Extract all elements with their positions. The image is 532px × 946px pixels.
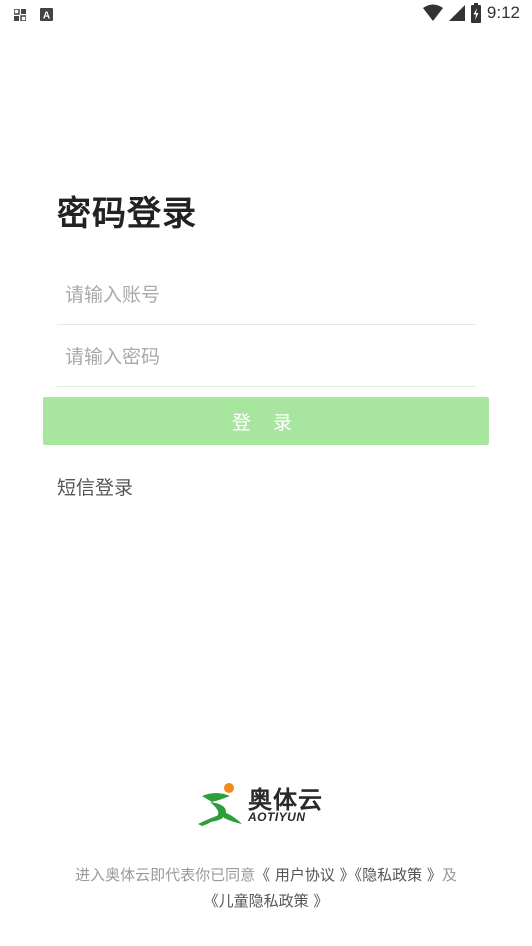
brand-name-en: AOTIYUN [248,810,306,824]
children-privacy-link[interactable]: 《儿童隐私政策 》 [204,892,329,910]
agreement-prefix: 进入奥体云即代表你已同意 [75,866,256,884]
user-agreement-link[interactable]: 《 用户协议 》 [255,866,355,884]
sms-login-link[interactable]: 短信登录 [57,473,133,500]
privacy-policy-link[interactable]: 《隐私政策 》 [355,866,442,884]
battery-charging-icon [470,3,481,23]
password-field-wrapper [57,327,476,387]
wifi-icon [422,4,443,21]
brand-logo: 奥体云 AOTIYUN [196,780,338,828]
account-input[interactable] [57,265,476,324]
signal-icon [448,5,465,21]
page-title: 密码登录 [57,194,197,234]
notification-icon [14,8,26,21]
status-bar: A 9:12 [0,0,532,30]
status-left-icons: A [14,8,53,21]
runner-logo-icon [198,783,242,826]
agreement-text: 进入奥体云即代表你已同意《 用户协议 》《隐私政策 》及《儿童隐私政策 》 [14,862,518,914]
password-input[interactable] [57,327,476,386]
svg-text:A: A [43,11,50,22]
status-time: 9:12 [486,3,520,22]
status-right-icons: 9:12 [422,3,520,23]
account-field-wrapper [57,265,476,325]
a-icon: A [40,8,53,21]
login-button[interactable]: 登 录 [43,397,489,445]
agreement-and: 及 [441,866,457,884]
